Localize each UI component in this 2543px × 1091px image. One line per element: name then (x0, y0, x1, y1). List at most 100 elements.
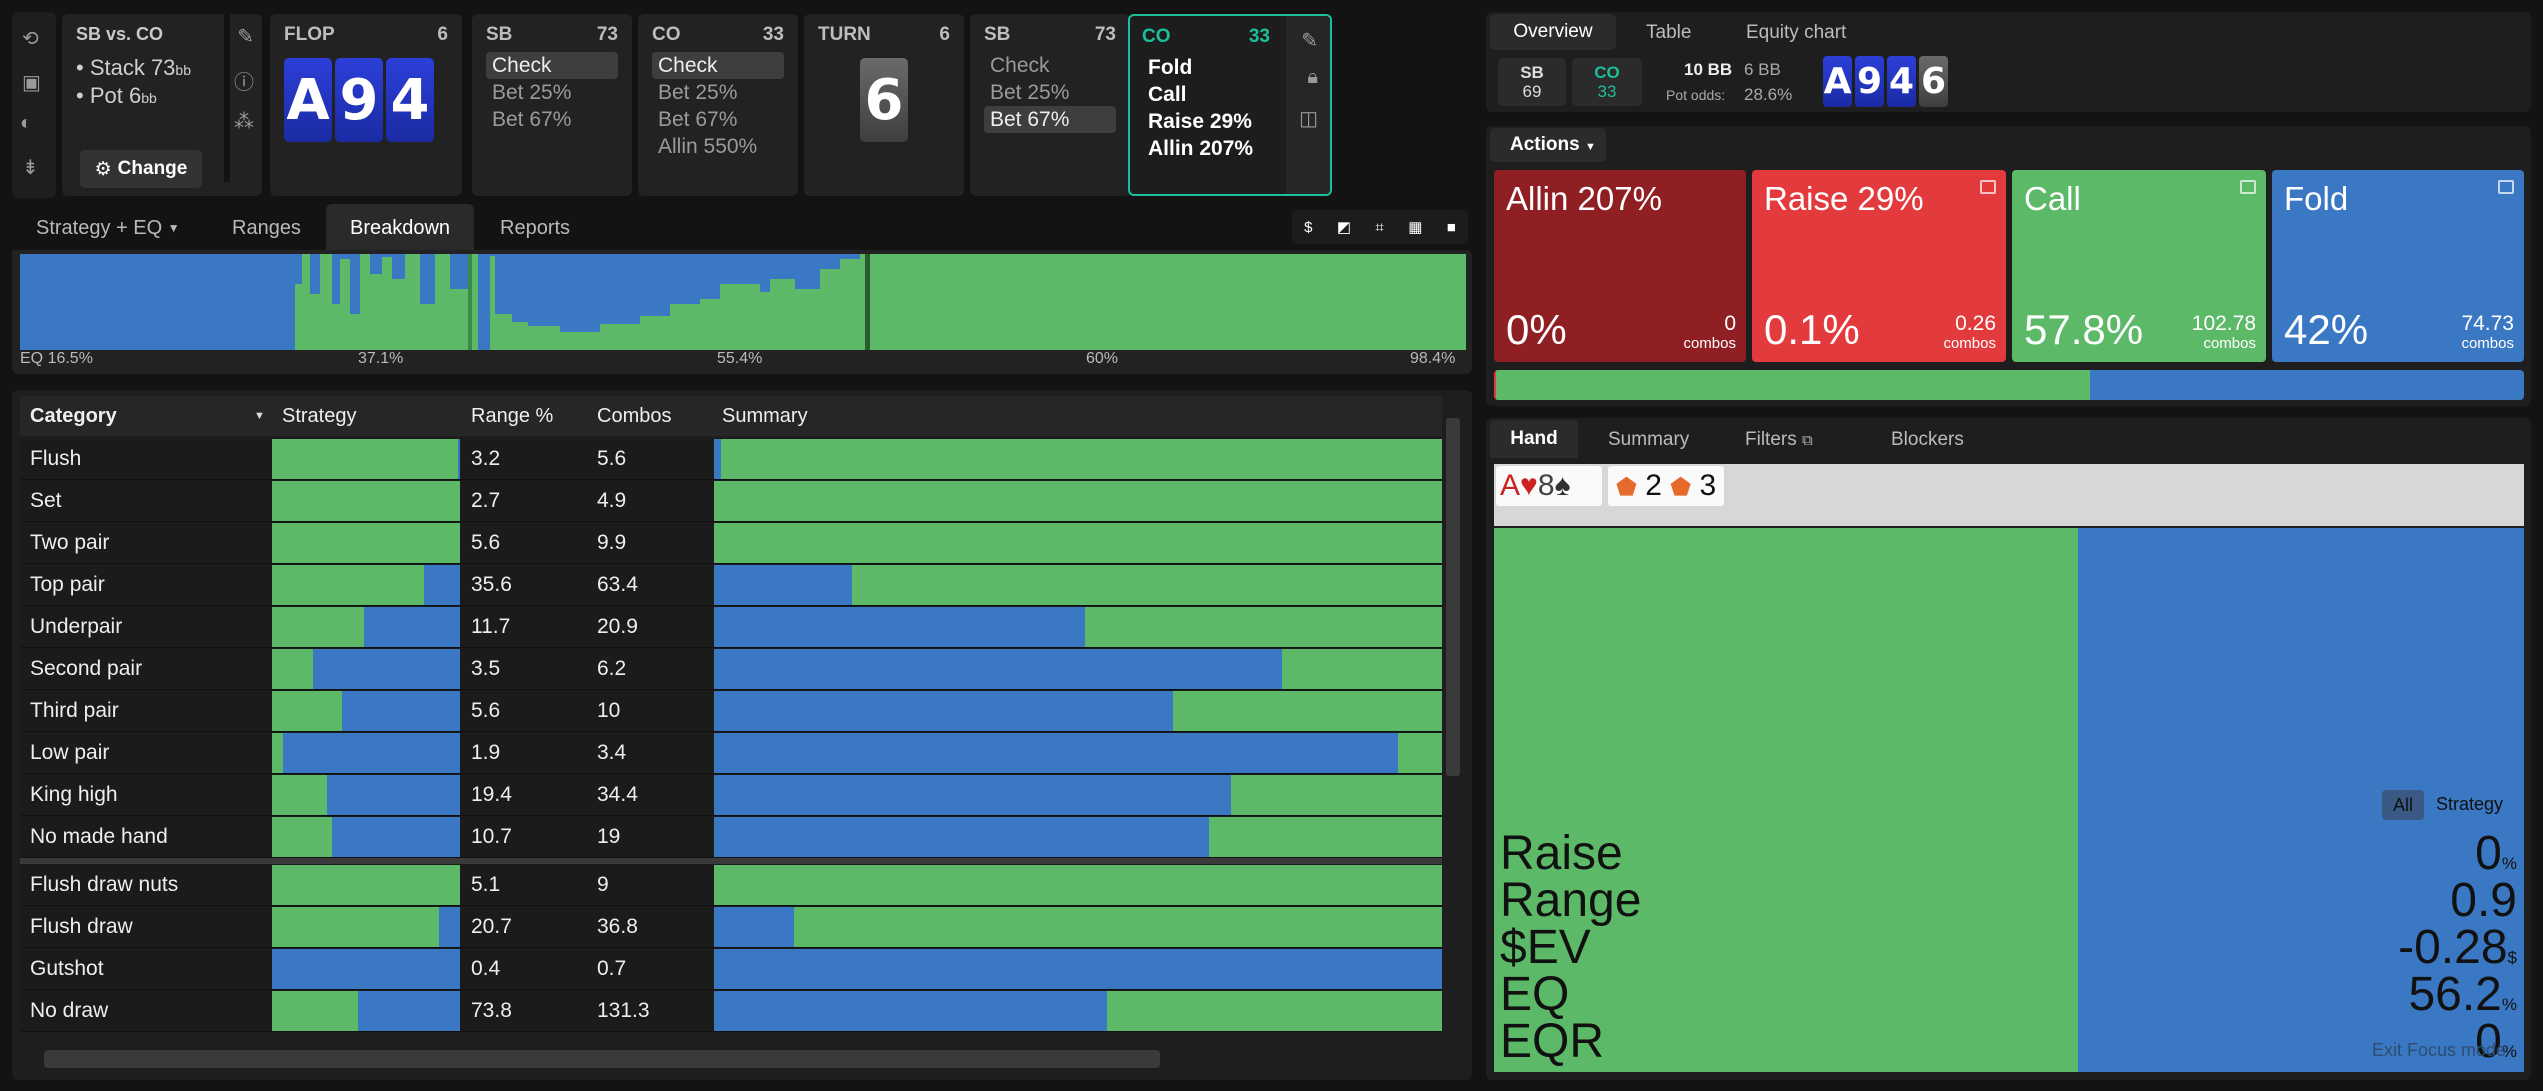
header-summary[interactable]: Summary (722, 405, 808, 428)
square-icon[interactable]: ■ (1447, 219, 1456, 236)
align-icon[interactable]: ⇟ (22, 155, 39, 180)
row-combos: 10 (597, 699, 621, 722)
action-check[interactable]: Check (652, 52, 784, 79)
table-row[interactable]: Second pair 3.5 6.2 (20, 648, 1442, 690)
action-card-call[interactable]: Call 57.8% 102.78 combos (2012, 170, 2266, 362)
sort-icon[interactable]: ▼ (254, 410, 265, 422)
tab-blockers[interactable]: Blockers (1891, 429, 1964, 451)
action-bet-67[interactable]: Bet 67% (984, 106, 1116, 133)
summary-fold-fill (714, 439, 722, 479)
table-row[interactable]: Gutshot 0.4 0.7 (20, 948, 1442, 990)
strategy-fold-fill (439, 907, 460, 947)
row-category: Top pair (30, 573, 105, 596)
tab-breakdown[interactable]: Breakdown (326, 204, 475, 252)
tab-hand[interactable]: Hand (1490, 420, 1578, 458)
row-strategy-bar (272, 817, 460, 857)
hand-chip[interactable]: A♥8♠ (1496, 466, 1602, 506)
table-row[interactable]: King high 19.4 34.4 (20, 774, 1442, 816)
row-strategy-bar (272, 607, 460, 647)
action-check[interactable]: Check (486, 52, 618, 79)
action-bet-25[interactable]: Bet 25% (652, 79, 784, 106)
strategy-fold-fill (358, 991, 460, 1031)
info-icon[interactable]: ⓘ (234, 66, 254, 95)
strategy-call-fill (272, 481, 460, 521)
exit-focus-button[interactable]: Exit Focus mode (2372, 1040, 2506, 1061)
tab-equity-chart[interactable]: Equity chart (1746, 22, 1846, 44)
tab-summary[interactable]: Summary (1608, 429, 1689, 451)
strategy-fold-fill (283, 733, 460, 773)
contrast-icon[interactable]: ◩ (1337, 218, 1351, 236)
actions-dropdown[interactable]: Actions ▼ (1490, 128, 1606, 162)
action-check[interactable]: Check (984, 52, 1116, 79)
action-combos-unit: combos (2203, 335, 2256, 352)
horizontal-scrollbar[interactable] (44, 1050, 1160, 1068)
header-range[interactable]: Range % (471, 405, 553, 428)
row-strategy-bar (272, 775, 460, 815)
action-card-fold[interactable]: Fold 42% 74.73 combos (2272, 170, 2524, 362)
table-row[interactable]: Set 2.7 4.9 (20, 480, 1442, 522)
tab-reports[interactable]: Reports (476, 204, 594, 252)
edit-icon[interactable]: ✎ (1301, 28, 1318, 53)
undo-icon[interactable]: ⟲ (22, 26, 39, 51)
nodes-icon[interactable]: ⁂ (234, 109, 254, 134)
header-combos[interactable]: Combos (597, 405, 671, 428)
save-icon[interactable]: ▣ (22, 70, 41, 95)
board-card: A (284, 58, 332, 142)
tab-filters[interactable]: Filters ⧉ (1745, 429, 1813, 451)
table-row[interactable]: Low pair 1.9 3.4 (20, 732, 1442, 774)
strategy-call-fill (272, 439, 459, 479)
row-combos: 63.4 (597, 573, 638, 596)
toggle-strategy[interactable]: Strategy (2436, 794, 2503, 815)
table-row[interactable]: Flush draw nuts 5.1 9 (20, 864, 1442, 906)
notes-icon[interactable] (2498, 180, 2514, 194)
flop-card[interactable]: FLOP 6 A 9 4 (270, 14, 462, 196)
eq-divider (468, 254, 472, 350)
row-category: No draw (30, 999, 109, 1022)
edit-icon[interactable]: ✎ (237, 24, 254, 49)
header-category[interactable]: Category (30, 405, 117, 428)
strategy-call-fill (272, 991, 359, 1031)
table-row[interactable]: Flush draw 20.7 36.8 (20, 906, 1442, 948)
co-active-card: CO 33 Fold Call Raise 29% Allin 207% ✎ 🔒︎… (1128, 14, 1332, 196)
action-bet-25[interactable]: Bet 25% (486, 79, 618, 106)
table-row[interactable]: No made hand 10.7 19 (20, 816, 1442, 858)
action-bet-67[interactable]: Bet 67% (486, 106, 618, 133)
table-row[interactable]: No draw 73.8 131.3 (20, 990, 1442, 1032)
change-button[interactable]: ⚙ Change (80, 150, 202, 188)
eq-axis-label: 55.4% (717, 350, 763, 367)
table-row[interactable]: Underpair 11.7 20.9 (20, 606, 1442, 648)
turn-card[interactable]: TURN 6 6 (804, 14, 964, 196)
table-row[interactable]: Two pair 5.6 9.9 (20, 522, 1442, 564)
tab-strategy-eq[interactable]: Strategy + EQ ▼ (12, 204, 204, 252)
row-summary-chart (714, 733, 1442, 773)
stat-label: $EV (1500, 921, 1591, 974)
summary-fold-fill (714, 607, 1086, 647)
header-strategy[interactable]: Strategy (282, 405, 356, 428)
tab-overview[interactable]: Overview (1490, 14, 1616, 50)
table-row[interactable]: Third pair 5.6 10 (20, 690, 1442, 732)
action-allin[interactable]: Allin 550% (652, 133, 784, 160)
tab-ranges[interactable]: Ranges (208, 204, 325, 252)
tab-table[interactable]: Table (1646, 22, 1691, 44)
compress-icon[interactable]: ⌗ (1375, 219, 1383, 236)
toggle-all[interactable]: All (2382, 790, 2424, 820)
action-bet-67[interactable]: Bet 67% (652, 106, 784, 133)
row-category: Flush (30, 447, 82, 470)
grid-icon[interactable]: ▦ (1408, 218, 1422, 236)
action-bet-25[interactable]: Bet 25% (984, 79, 1116, 106)
gamepad-icon[interactable]: ◐ (20, 112, 32, 135)
eq-axis-label: 37.1% (358, 350, 404, 367)
row-category: Third pair (30, 699, 119, 722)
split-icon[interactable]: ◫ (1299, 106, 1318, 131)
action-card-allin[interactable]: Allin 207% 0% 0 combos (1494, 170, 1746, 362)
action-card-raise[interactable]: Raise 29% 0.1% 0.26 combos (1752, 170, 2006, 362)
vertical-scrollbar[interactable] (1446, 418, 1460, 776)
notes-icon[interactable] (2240, 180, 2256, 194)
lock-icon[interactable]: 🔒︎ (1307, 66, 1318, 89)
hand-chip[interactable]: ⬟ 2 ⬟ 3 (1608, 466, 1724, 506)
row-category: Second pair (30, 657, 143, 680)
dollar-icon[interactable]: $ (1304, 219, 1312, 236)
notes-icon[interactable] (1980, 180, 1996, 194)
table-row[interactable]: Flush 3.2 5.6 (20, 438, 1442, 480)
table-row[interactable]: Top pair 35.6 63.4 (20, 564, 1442, 606)
